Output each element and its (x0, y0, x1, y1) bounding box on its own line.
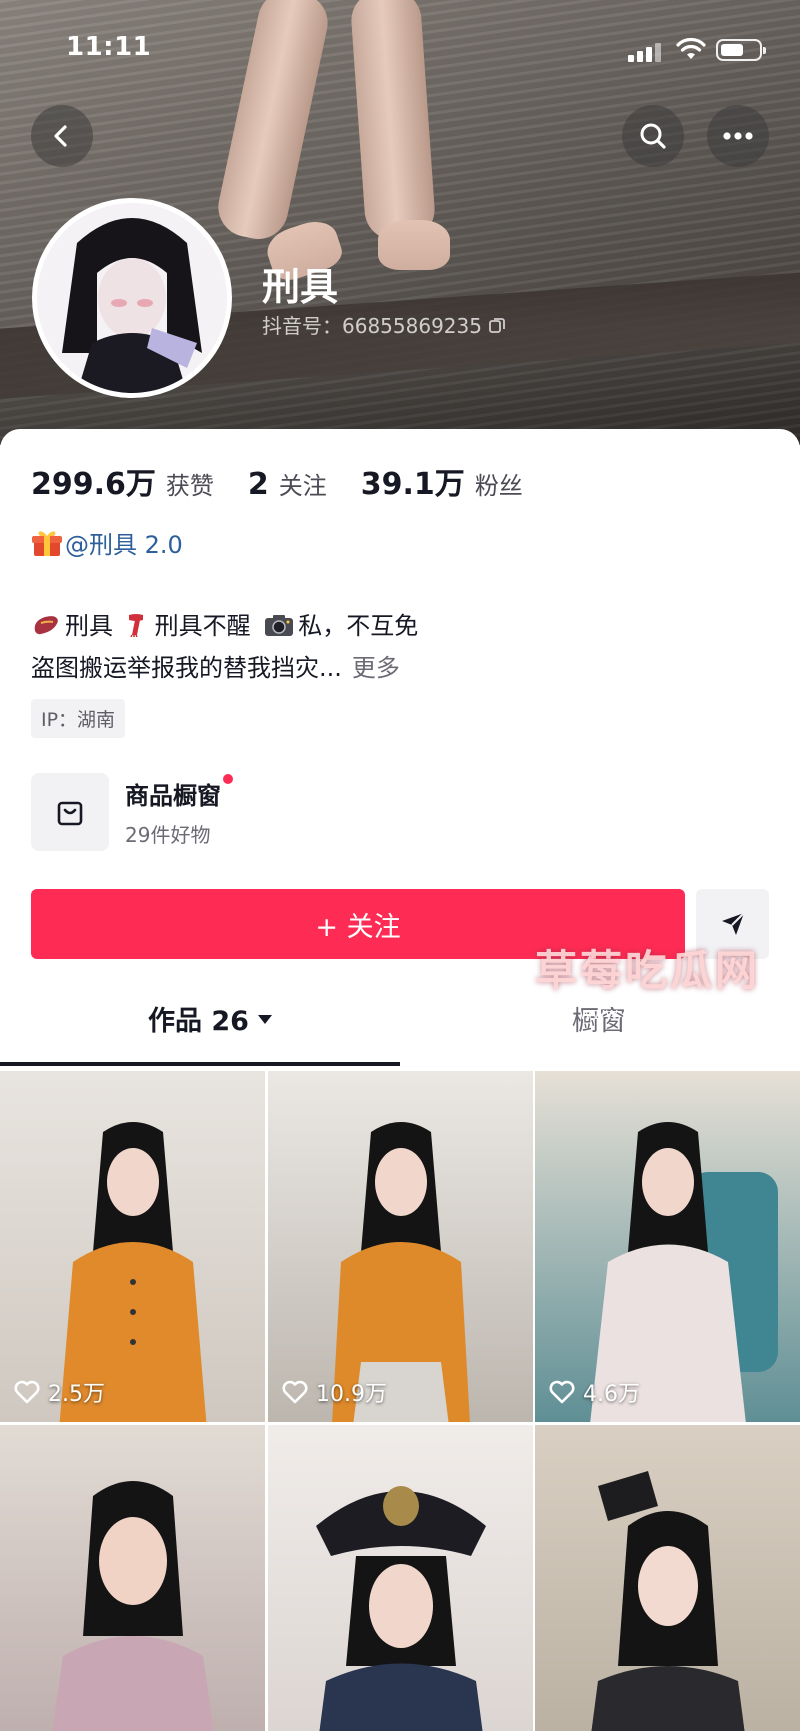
linked-account[interactable]: @刑具 2.0 (31, 525, 183, 560)
status-bar: 11:11 (0, 30, 800, 70)
shop-subtitle: 29件好物 (125, 823, 211, 847)
video-thumbnail[interactable]: 2.5万 (0, 1071, 265, 1422)
douyin-id[interactable]: 抖音号：66855869235 (262, 310, 506, 339)
copy-icon[interactable] (488, 316, 506, 334)
profile-name: 刑具 (262, 265, 339, 309)
video-likes: 2.5万 (14, 1376, 105, 1408)
heart-icon (549, 1380, 575, 1404)
notification-dot (223, 774, 233, 784)
bio: 刑具 刑具不醒 私，不互免 盗图搬运举报我的替我挡灾... 更多 (31, 605, 418, 689)
shop-title-text: 商品橱窗 (125, 782, 221, 810)
stat-following-value[interactable]: 2 (248, 467, 269, 502)
more-options-button[interactable] (707, 105, 769, 167)
shop-showcase-entry[interactable]: 商品橱窗 29件好物 (31, 773, 233, 851)
caret-down-icon (257, 1014, 272, 1024)
stat-followers-label[interactable]: 粉丝 (475, 466, 523, 501)
tab-active-indicator (0, 1062, 400, 1066)
video-thumbnail[interactable]: 4.6万 (535, 1071, 800, 1422)
bio-part-2: 刑具不醒 (154, 612, 251, 640)
profile-stats: 299.6万 获赞 2 关注 39.1万 粉丝 (31, 459, 557, 503)
video-likes-count: 2.5万 (48, 1382, 105, 1407)
heart-icon (14, 1380, 40, 1404)
signal-icon (628, 42, 662, 62)
video-likes: 4.6万 (549, 1376, 640, 1408)
video-thumbnail[interactable]: 10.9万 (268, 1071, 533, 1422)
douyin-id-text: 抖音号：66855869235 (262, 314, 482, 338)
ip-location-tag: IP：湖南 (31, 699, 126, 738)
battery-icon (716, 39, 766, 61)
bio-line-2: 盗图搬运举报我的替我挡灾... 更多 (31, 647, 418, 689)
gift-icon (32, 530, 62, 556)
video-thumbnail[interactable] (535, 1425, 800, 1731)
bio-more-link[interactable]: 更多 (352, 654, 400, 682)
video-thumbnail[interactable] (0, 1425, 265, 1731)
watermark-title: 草莓吃瓜网 (534, 946, 760, 995)
sweet-potato-icon (34, 616, 58, 635)
camera-icon (265, 615, 294, 636)
avatar-image (37, 203, 227, 393)
search-button[interactable] (622, 105, 684, 167)
linked-account-text: @刑具 2.0 (65, 531, 183, 559)
more-dots-icon (723, 132, 753, 140)
search-icon (640, 123, 666, 149)
stat-following-label[interactable]: 关注 (279, 466, 327, 501)
stat-likes-label: 获赞 (165, 472, 214, 500)
avatar[interactable] (32, 198, 232, 398)
bio-part-3: 私，不互免 (298, 612, 419, 640)
thumbnail-image (51, 1481, 214, 1731)
thumbnail-image (315, 1486, 486, 1731)
status-time: 11:11 (66, 32, 152, 62)
video-thumbnail[interactable] (268, 1425, 533, 1731)
shop-title: 商品橱窗 (125, 774, 233, 811)
send-icon (721, 912, 745, 935)
bio-line-1: 刑具 刑具不醒 私，不互免 (31, 605, 418, 647)
tab-works[interactable]: 作品 26 (148, 999, 273, 1038)
shopping-bag-icon (31, 773, 109, 851)
scarf-icon (128, 614, 143, 637)
shop-text: 商品橱窗 29件好物 (125, 774, 233, 848)
back-button[interactable] (31, 105, 93, 167)
chevron-left-icon (54, 125, 67, 147)
video-likes: 10.9万 (282, 1376, 387, 1408)
heart-icon (282, 1380, 308, 1404)
wifi-icon (676, 37, 706, 59)
bio-line-2-text: 盗图搬运举报我的替我挡灾... (31, 654, 342, 682)
bio-part-1: 刑具 (65, 612, 113, 640)
banner-foot-right (378, 220, 450, 270)
watermark: 草莓吃瓜网 www.cmcgw.com (535, 937, 760, 1023)
thumbnail-image (590, 1471, 745, 1731)
tab-works-label: 作品 26 (148, 1006, 249, 1037)
watermark-url: www.cmcgw.com (578, 1004, 717, 1023)
video-likes-count: 4.6万 (583, 1382, 640, 1407)
stat-likes-value: 299.6万 (31, 467, 156, 502)
video-likes-count: 10.9万 (316, 1382, 387, 1407)
stat-followers-value[interactable]: 39.1万 (361, 459, 465, 503)
